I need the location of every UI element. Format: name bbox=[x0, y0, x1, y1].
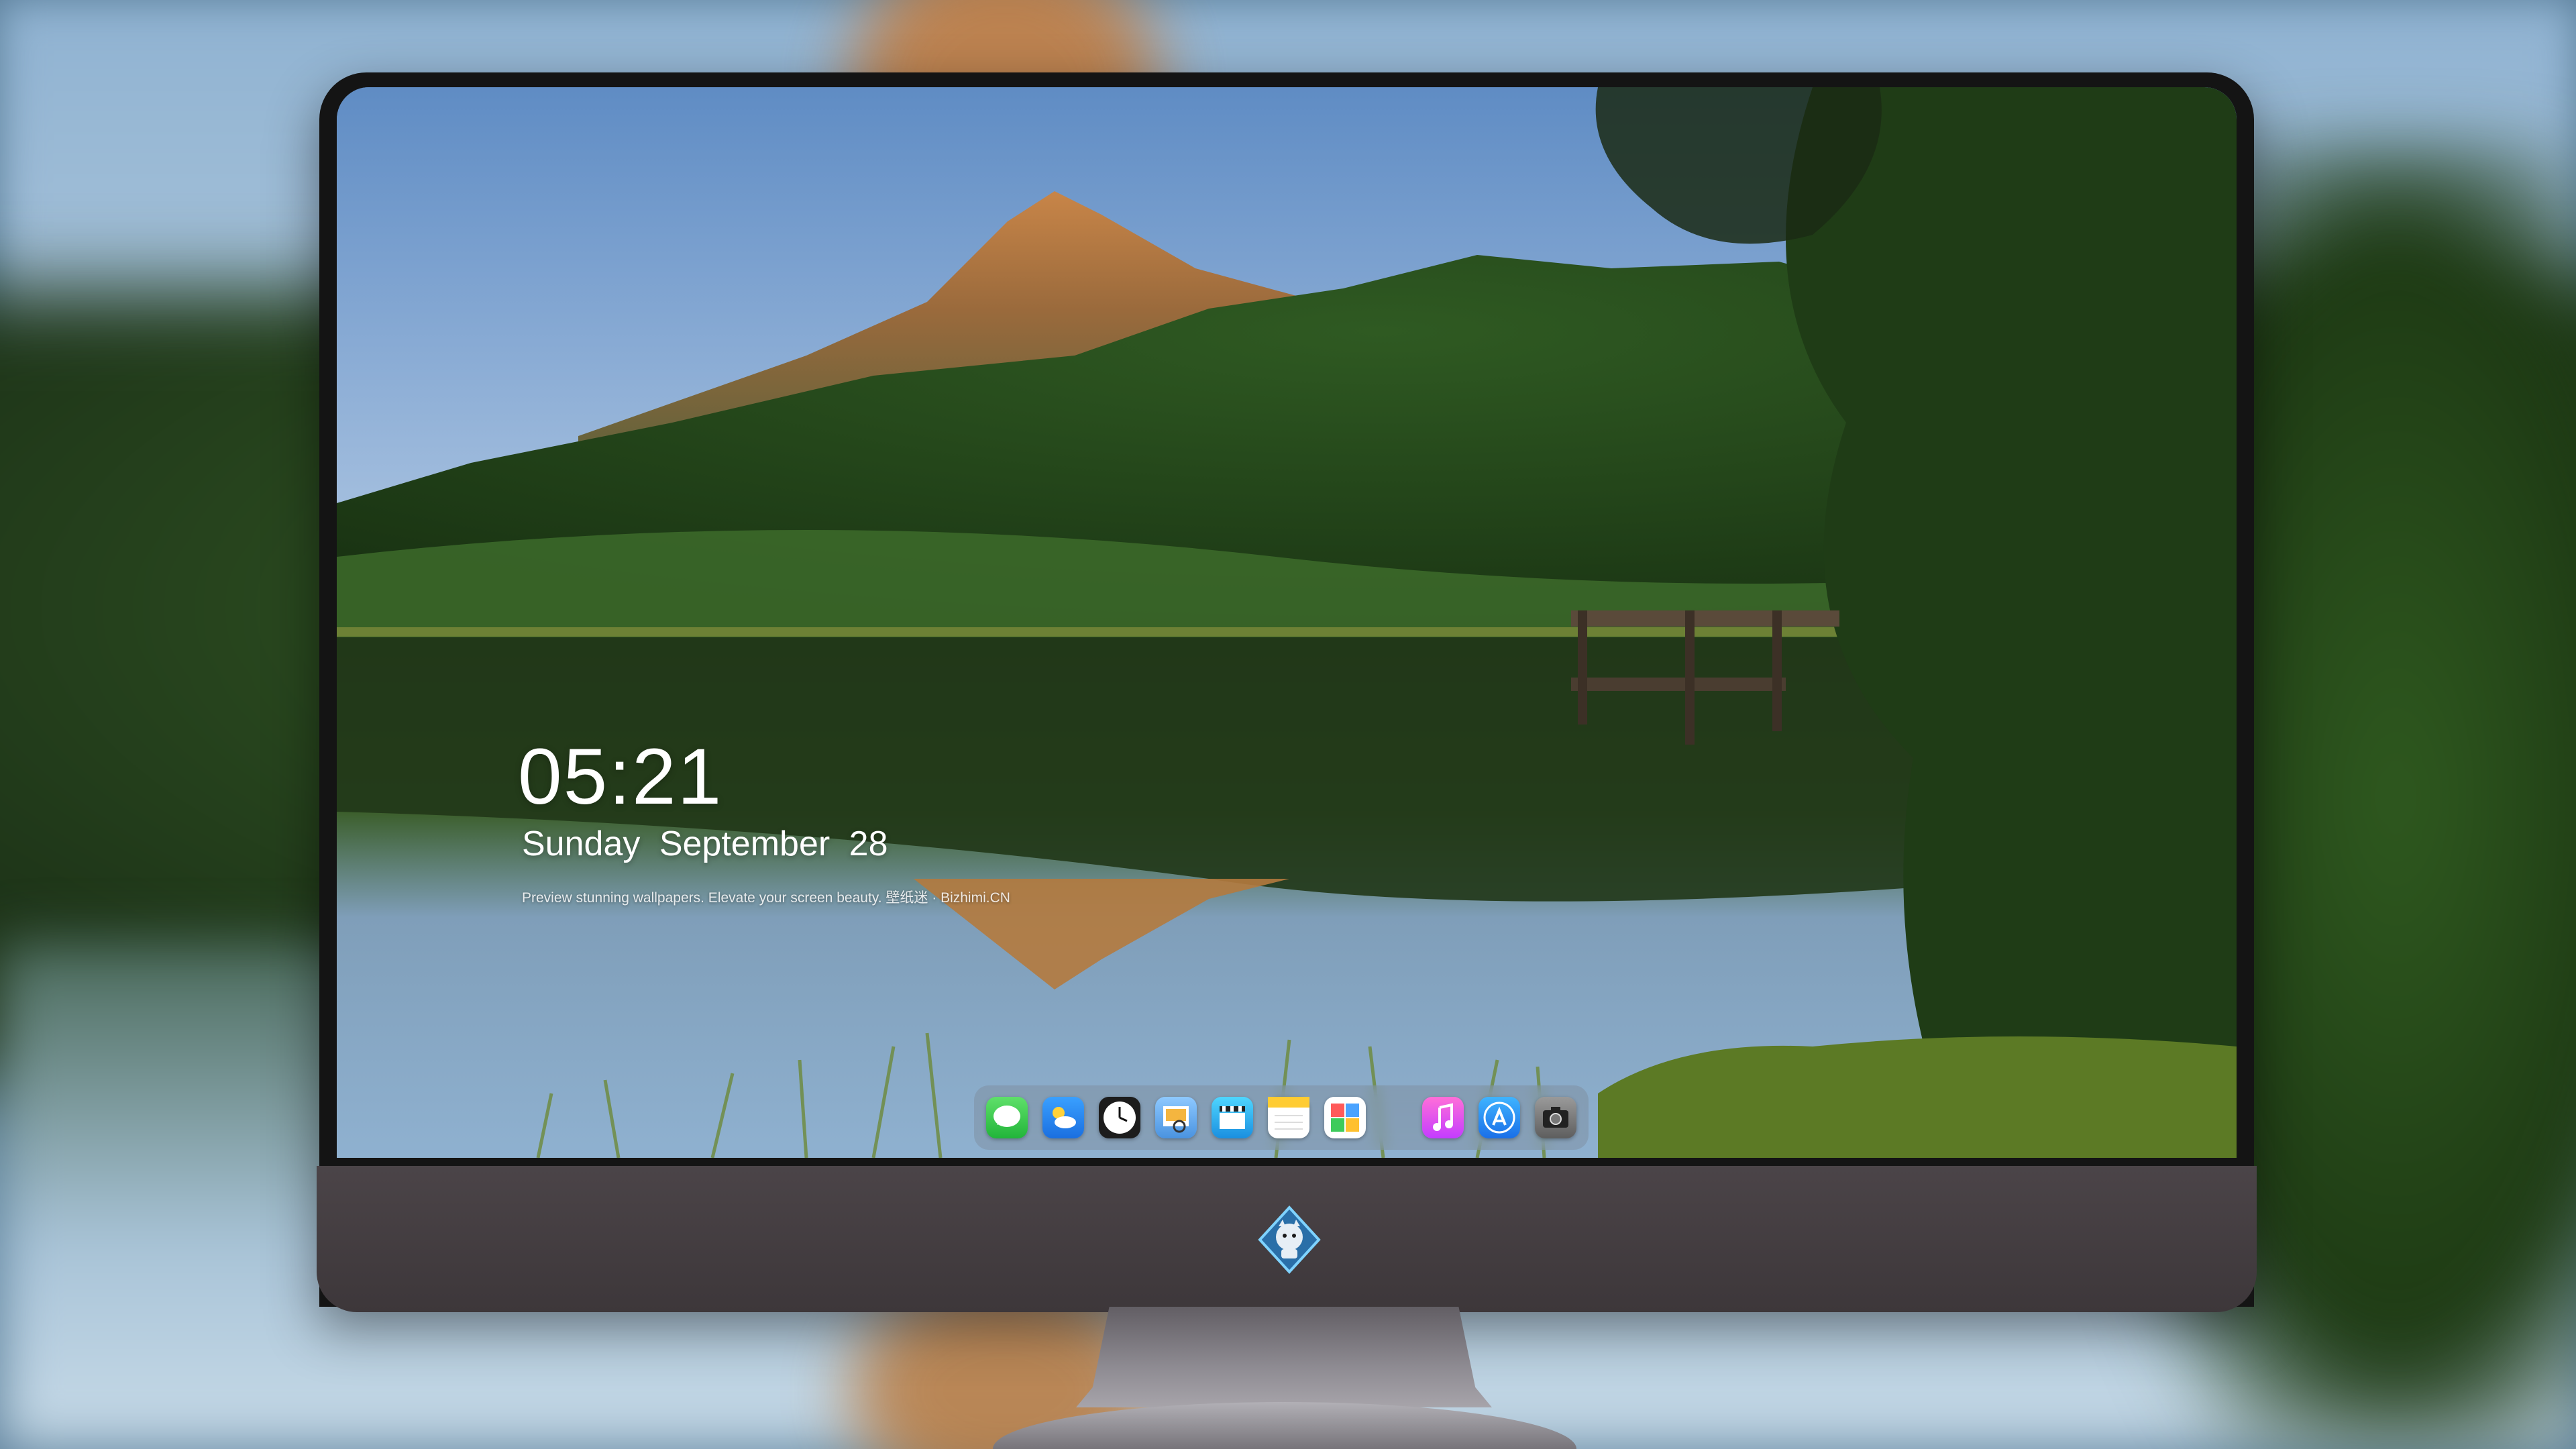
clock-icon[interactable] bbox=[1099, 1097, 1140, 1138]
app-store-icon[interactable] bbox=[1479, 1097, 1520, 1138]
lock-date: Sunday September 28 bbox=[522, 824, 898, 864]
music-icon[interactable] bbox=[1422, 1097, 1464, 1138]
wallpaper-image bbox=[337, 87, 2237, 1158]
camera-icon[interactable] bbox=[1535, 1097, 1576, 1138]
date-weekday: Sunday bbox=[522, 824, 641, 863]
clapperboard-icon[interactable] bbox=[1212, 1097, 1253, 1138]
preview-icon[interactable] bbox=[1155, 1097, 1197, 1138]
dock bbox=[974, 1085, 1589, 1150]
date-day: 28 bbox=[849, 824, 888, 863]
monitor-stand bbox=[1076, 1307, 1492, 1407]
mascot-logo bbox=[1254, 1205, 1324, 1275]
weather-icon[interactable] bbox=[1042, 1097, 1084, 1138]
lock-clock: 05:21 bbox=[518, 733, 723, 821]
date-month: September bbox=[659, 824, 830, 863]
messages-icon[interactable] bbox=[986, 1097, 1028, 1138]
lock-screen: 05:21 Sunday September 28 Preview stunni… bbox=[337, 87, 2237, 1158]
photo-grid-icon[interactable] bbox=[1324, 1097, 1366, 1138]
notes-icon[interactable] bbox=[1268, 1097, 1309, 1138]
wallpaper-tagline: Preview stunning wallpapers. Elevate you… bbox=[522, 890, 1010, 906]
monitor: 05:21 Sunday September 28 Preview stunni… bbox=[317, 72, 2257, 1312]
